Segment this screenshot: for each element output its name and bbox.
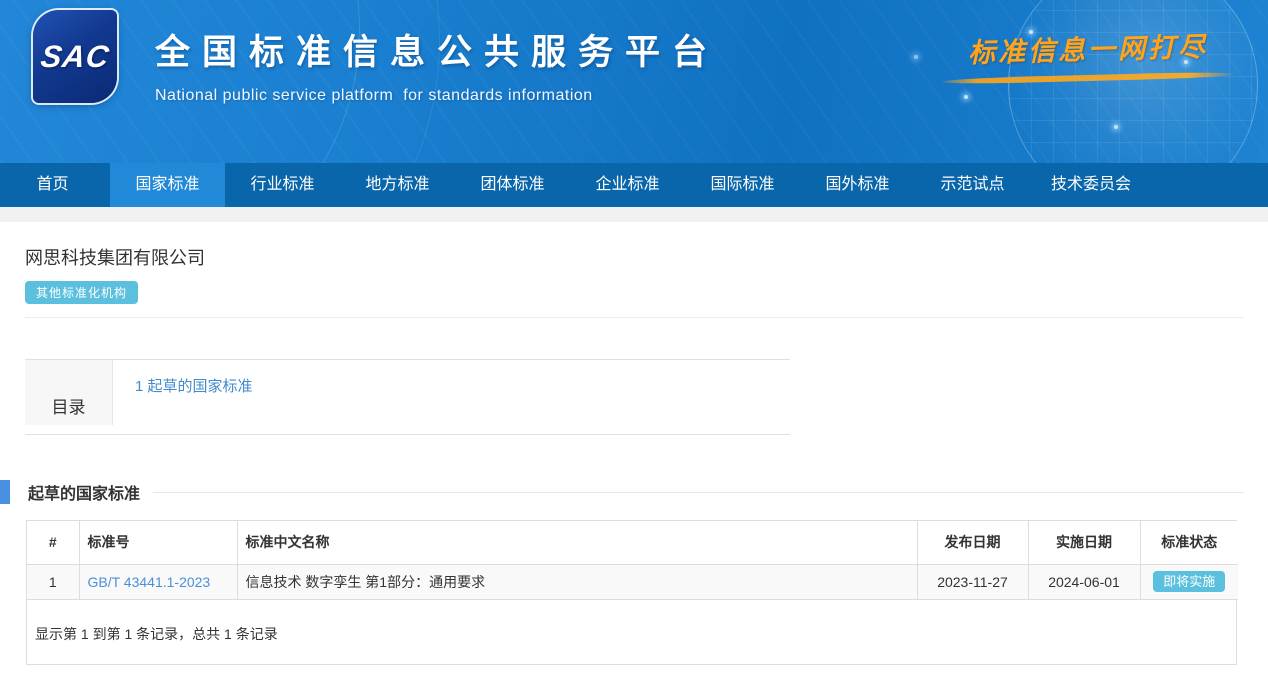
cell-implement-date: 2024-06-01 (1028, 564, 1140, 599)
nav-item-pilot-demonstration[interactable]: 示范试点 (915, 163, 1030, 207)
column-header-chinese-name: 标准中文名称 (237, 521, 917, 564)
organization-type-badge: 其他标准化机构 (25, 281, 138, 304)
glow-dot (914, 55, 918, 59)
nav-item-industry-standards[interactable]: 行业标准 (225, 163, 340, 207)
column-header-standard-no: 标准号 (79, 521, 237, 564)
section-accent-bar (0, 480, 10, 504)
table-header-row: # 标准号 标准中文名称 发布日期 实施日期 标准状态 (27, 521, 1238, 564)
column-header-status: 标准状态 (1140, 521, 1238, 564)
standard-number-link[interactable]: GB/T 43441.1-2023 (88, 574, 211, 590)
nav-item-home[interactable]: 首页 (0, 163, 110, 207)
main-content: 网思科技集团有限公司 其他标准化机构 目录 1 起草的国家标准 起草的国家标准 … (0, 222, 1268, 665)
nav-item-local-standards[interactable]: 地方标准 (340, 163, 455, 207)
site-title: 全国标准信息公共服务平台 (155, 24, 719, 75)
organization-name: 网思科技集团有限公司 (25, 244, 1268, 270)
toc-link-drafted-national-standards[interactable]: 1 起草的国家标准 (135, 378, 253, 395)
column-header-index: # (27, 521, 79, 564)
cell-status: 即将实施 (1140, 564, 1238, 599)
status-badge: 即将实施 (1153, 571, 1225, 592)
toc-box: 目录 1 起草的国家标准 (25, 359, 790, 435)
standards-table: # 标准号 标准中文名称 发布日期 实施日期 标准状态 1 GB/T 43441… (27, 521, 1238, 600)
nav-item-group-standards[interactable]: 团体标准 (455, 163, 570, 207)
nav-item-international-standards[interactable]: 国际标准 (685, 163, 800, 207)
pagination-summary: 显示第 1 到第 1 条记录，总共 1 条记录 (27, 600, 1236, 664)
sac-logo[interactable]: SAC (33, 10, 117, 103)
toc-label: 目录 (25, 360, 113, 425)
column-header-implement-date: 实施日期 (1028, 521, 1140, 564)
cell-standard-no: GB/T 43441.1-2023 (79, 564, 237, 599)
slogan: 标准信息一网打尽 (938, 28, 1238, 81)
glow-dot (1114, 125, 1118, 129)
section-rule (153, 492, 1244, 493)
glow-dot (964, 95, 968, 99)
cell-index: 1 (27, 564, 79, 599)
site-subtitle: National public service platform for sta… (155, 87, 719, 105)
nav-item-enterprise-standards[interactable]: 企业标准 (570, 163, 685, 207)
divider (25, 317, 1244, 318)
site-titles: 全国标准信息公共服务平台 National public service pla… (155, 24, 719, 105)
section-title: 起草的国家标准 (28, 480, 140, 504)
toc-content: 1 起草的国家标准 (113, 360, 253, 425)
page-gray-band (0, 207, 1268, 222)
sac-logo-text: SAC (38, 39, 112, 75)
column-header-publish-date: 发布日期 (917, 521, 1028, 564)
main-nav: 首页 国家标准 行业标准 地方标准 团体标准 企业标准 国际标准 国外标准 示范… (0, 163, 1268, 207)
cell-publish-date: 2023-11-27 (917, 564, 1028, 599)
nav-item-national-standards[interactable]: 国家标准 (110, 163, 225, 207)
site-banner: SAC 全国标准信息公共服务平台 National public service… (0, 0, 1268, 163)
nav-item-foreign-standards[interactable]: 国外标准 (800, 163, 915, 207)
section-header: 起草的国家标准 (0, 480, 1268, 504)
standards-table-container: # 标准号 标准中文名称 发布日期 实施日期 标准状态 1 GB/T 43441… (26, 520, 1237, 665)
nav-item-technical-committees[interactable]: 技术委员会 (1030, 163, 1152, 207)
slogan-text: 标准信息一网打尽 (938, 24, 1239, 71)
cell-chinese-name: 信息技术 数字孪生 第1部分：通用要求 (237, 564, 917, 599)
table-row: 1 GB/T 43441.1-2023 信息技术 数字孪生 第1部分：通用要求 … (27, 564, 1238, 599)
